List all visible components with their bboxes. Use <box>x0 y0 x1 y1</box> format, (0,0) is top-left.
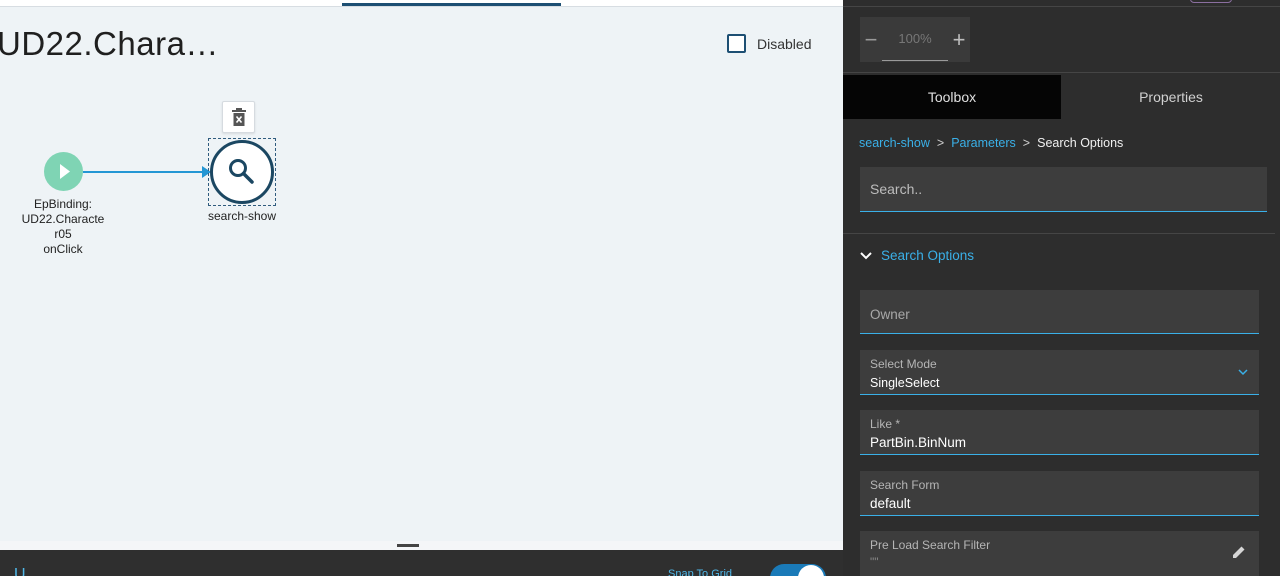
search-icon <box>229 159 254 184</box>
canvas-area[interactable] <box>0 7 843 541</box>
like-value: PartBin.BinNum <box>870 435 967 450</box>
property-search-input[interactable] <box>860 167 1267 212</box>
panel-top-border <box>843 6 1280 7</box>
play-icon <box>60 164 70 179</box>
section-title: Search Options <box>881 248 975 263</box>
tab-toolbox[interactable]: Toolbox <box>843 75 1061 119</box>
zoom-control: − 100% + <box>860 17 970 62</box>
resize-bar <box>0 541 843 550</box>
disabled-checkbox[interactable] <box>727 34 746 53</box>
pre-load-filter-value: "" <box>870 555 879 569</box>
search-show-node[interactable] <box>210 140 274 204</box>
pre-load-search-filter-field[interactable]: Pre Load Search Filter "" <box>860 531 1259 576</box>
zoom-out-button[interactable]: − <box>860 17 882 62</box>
like-label: Like * <box>870 417 901 431</box>
pre-load-filter-label: Pre Load Search Filter <box>870 538 991 552</box>
select-mode-value: SingleSelect <box>870 376 940 390</box>
connector-line <box>83 171 205 173</box>
top-chip <box>1190 0 1232 3</box>
disabled-label: Disabled <box>757 35 812 52</box>
side-panel: − 100% + Toolbox Properties search-show >… <box>843 0 1280 576</box>
snap-to-grid-label: Snap To Grid <box>668 568 733 576</box>
trash-icon <box>231 108 246 126</box>
tab-properties[interactable]: Properties <box>1062 75 1280 119</box>
search-options-section-header[interactable]: Search Options <box>859 248 974 263</box>
start-node-label-line: r05 <box>54 227 72 241</box>
like-field[interactable]: Like * PartBin.BinNum <box>860 410 1259 455</box>
chevron-down-icon <box>1238 369 1248 376</box>
canvas-top-border <box>0 6 843 7</box>
divider <box>843 72 1280 73</box>
pencil-icon[interactable] <box>1231 544 1247 560</box>
search-node-label: search-show <box>207 209 277 223</box>
start-node[interactable] <box>44 152 83 191</box>
search-form-field[interactable]: Search Form default <box>860 471 1259 516</box>
owner-label: Owner <box>870 307 910 322</box>
start-node-label-line: EpBinding: <box>33 197 93 211</box>
flow-canvas: UD22.Chara… Disabled EpBinding: UD22.Cha… <box>0 0 843 576</box>
select-mode-dropdown[interactable]: Select Mode SingleSelect <box>860 350 1259 395</box>
delete-node-button[interactable] <box>222 101 255 133</box>
start-node-label: EpBinding: UD22.Characte r05 onClick <box>13 197 113 257</box>
select-mode-label: Select Mode <box>870 357 937 371</box>
breadcrumb-item-search-show[interactable]: search-show <box>859 136 930 150</box>
flow-title: UD22.Chara… <box>0 25 219 62</box>
breadcrumb-separator: > <box>936 136 945 150</box>
breadcrumb-current: Search Options <box>1037 136 1124 150</box>
owner-field[interactable]: Owner <box>860 290 1259 334</box>
zoom-in-button[interactable]: + <box>948 17 970 62</box>
search-form-label: Search Form <box>870 478 940 492</box>
start-node-label-line: UD22.Characte <box>21 212 105 226</box>
start-node-label-line: onClick <box>43 242 83 256</box>
breadcrumb: search-show > Parameters > Search Options <box>859 136 1123 150</box>
breadcrumb-item-parameters[interactable]: Parameters <box>951 136 1016 150</box>
breadcrumb-separator: > <box>1022 136 1031 150</box>
divider <box>843 233 1275 234</box>
disabled-toggle[interactable]: Disabled <box>727 34 811 53</box>
chevron-down-icon <box>860 251 872 259</box>
bottom-panel-title: U <box>14 566 26 576</box>
search-form-value: default <box>870 496 911 511</box>
zoom-level[interactable]: 100% <box>882 17 948 61</box>
resize-handle[interactable] <box>397 544 419 547</box>
active-tab-indicator <box>342 3 561 6</box>
